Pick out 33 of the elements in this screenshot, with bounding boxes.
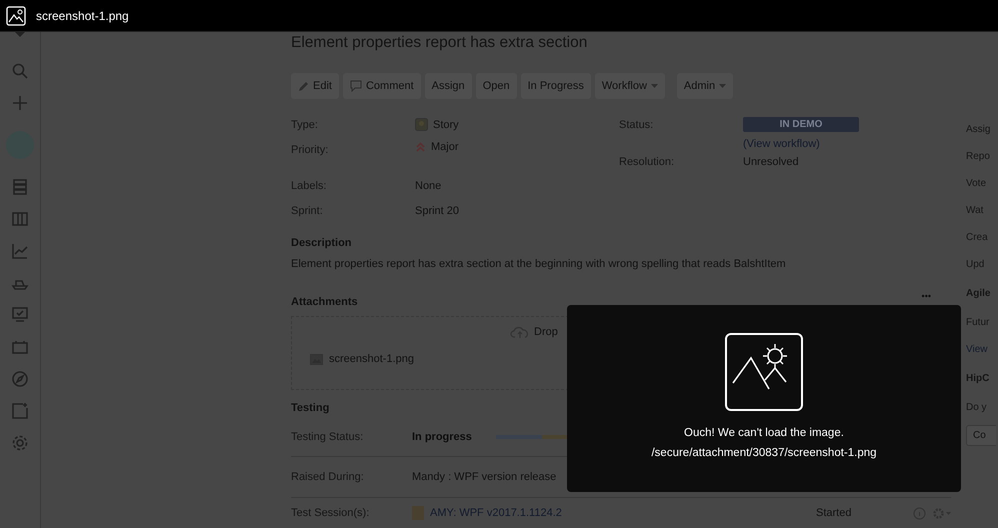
settings-icon[interactable]: [11, 434, 29, 452]
new-page-icon[interactable]: [11, 402, 29, 420]
pencil-icon: [298, 80, 309, 92]
line-chart-icon[interactable]: [11, 242, 29, 260]
image-placeholder-icon: [725, 333, 803, 411]
error-message: Ouch! We can't load the image.: [684, 427, 844, 439]
action-button[interactable]: Comment: [342, 73, 421, 100]
stack-icon[interactable]: [11, 178, 29, 196]
action-button[interactable]: Edit: [291, 73, 339, 100]
action-button[interactable]: Workflow: [594, 73, 665, 100]
speech-bubble-icon: [350, 80, 362, 92]
field-value: In progress: [412, 431, 473, 443]
more-options-button[interactable]: •••: [922, 292, 931, 302]
double-chevron-up-icon: [415, 141, 426, 152]
status-badge: IN DEMO: [743, 117, 859, 132]
image-path: /secure/attachment/30837/screenshot-1.png: [651, 447, 877, 459]
image-filename: screenshot-1.png: [36, 8, 129, 22]
plus-icon[interactable]: [11, 94, 29, 112]
action-button[interactable]: Assign: [424, 73, 472, 100]
panel-button[interactable]: Co: [966, 425, 996, 446]
caret-icon: [719, 84, 726, 88]
board-icon[interactable]: [11, 210, 29, 228]
search-icon[interactable]: [11, 62, 29, 80]
box-icon[interactable]: [11, 338, 29, 356]
action-button[interactable]: Open: [476, 73, 517, 100]
action-button[interactable]: Admin: [676, 73, 734, 100]
monitor-check-icon[interactable]: [11, 306, 29, 324]
caret-icon: [650, 84, 658, 88]
lightbulb-icon: [415, 118, 428, 132]
image-icon: [6, 6, 26, 26]
compass-icon[interactable]: [11, 370, 29, 388]
image-file-icon: [310, 354, 323, 365]
action-button[interactable]: In Progress: [520, 73, 591, 100]
